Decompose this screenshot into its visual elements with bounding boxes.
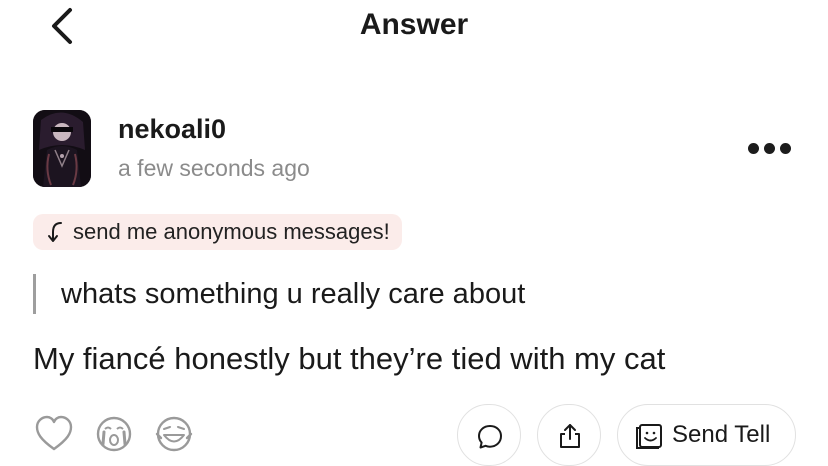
more-options-button[interactable]: [748, 143, 792, 157]
comment-button[interactable]: [457, 404, 521, 466]
share-button[interactable]: [537, 404, 601, 466]
page-title: Answer: [359, 8, 469, 41]
share-icon: [560, 424, 580, 448]
avatar-image: [33, 110, 91, 187]
like-button[interactable]: [34, 414, 74, 454]
laugh-reaction-button[interactable]: [154, 414, 194, 454]
comment-bubble-icon: [478, 425, 502, 449]
prompt-chip-label: send me anonymous messages!: [73, 219, 390, 244]
username[interactable]: nekoali0: [118, 114, 226, 145]
quote-bar: [33, 274, 36, 314]
laughing-face-icon: [155, 416, 193, 452]
crying-face-icon: [96, 416, 132, 452]
avatar[interactable]: [33, 110, 91, 187]
heart-icon: [35, 415, 73, 451]
reply-arrow-icon: [48, 222, 62, 242]
timestamp: a few seconds ago: [118, 155, 310, 181]
send-tell-icon: [636, 424, 662, 449]
more-horizontal-icon: [748, 143, 759, 154]
cry-reaction-button[interactable]: [94, 414, 134, 454]
send-tell-label: Send Tell: [672, 421, 771, 448]
send-tell-button[interactable]: Send Tell: [617, 404, 796, 466]
prompt-chip[interactable]: send me anonymous messages!: [33, 214, 402, 250]
answer-text: My fiancé honestly but they’re tied with…: [33, 341, 666, 376]
question-text: whats something u really care about: [61, 278, 526, 310]
